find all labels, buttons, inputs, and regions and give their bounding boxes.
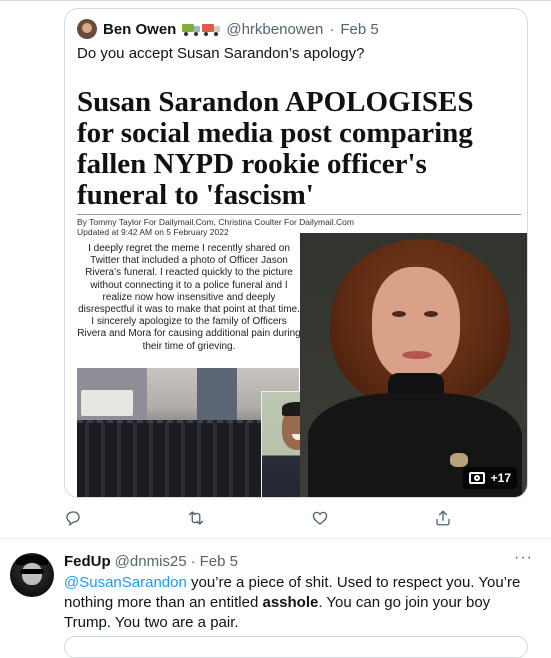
share-icon[interactable]: [431, 506, 455, 530]
retweet-icon[interactable]: [184, 506, 208, 530]
top-divider: [0, 0, 551, 1]
media-count: +17: [490, 471, 511, 485]
sarandon-photo: [300, 233, 527, 497]
byline-authors: By Tommy Taylor For Dailymail.Com, Chris…: [77, 217, 354, 227]
article-rule: [77, 214, 521, 215]
quoted-tweet-date[interactable]: Feb 5: [340, 21, 378, 38]
like-icon[interactable]: [308, 506, 332, 530]
quoted-author-name[interactable]: Ben Owen: [103, 21, 176, 38]
quoted-author-avatar[interactable]: [77, 19, 97, 39]
article-image[interactable]: Susan Sarandon APOLOGISES for social med…: [65, 73, 527, 497]
article-headline: Susan Sarandon APOLOGISES for social med…: [77, 86, 474, 211]
mention-link[interactable]: @SusanSarandon: [64, 574, 187, 591]
apology-statement: I deeply regret the meme I recently shar…: [77, 243, 301, 367]
reply-bold-word: asshole: [262, 594, 319, 611]
reply-author-avatar[interactable]: [10, 553, 54, 597]
reply-author-name[interactable]: FedUp: [64, 553, 111, 570]
reply-text: @SusanSarandon you’re a piece of shit. U…: [64, 573, 534, 633]
quoted-tweet-card[interactable]: Ben Owen @hrkbenowen · Feb 5 Do you acce…: [64, 8, 528, 498]
reply-tweet[interactable]: FedUp @dnmis25 · Feb 5 ··· @SusanSarando…: [0, 539, 551, 640]
quoted-tweet-text: Do you accept Susan Sarandon’s apology?: [77, 45, 365, 62]
reply-author-handle[interactable]: @dnmis25: [115, 553, 187, 570]
red-truck-icon: [202, 23, 221, 36]
quoted-tweet-header: Ben Owen @hrkbenowen · Feb 5: [77, 19, 379, 39]
dot-separator: ·: [329, 20, 335, 38]
dot-separator: ·: [190, 553, 196, 570]
reply-date[interactable]: Feb 5: [200, 553, 238, 570]
more-options-icon[interactable]: ···: [514, 549, 533, 567]
quoted-author-handle[interactable]: @hrkbenowen: [226, 21, 323, 38]
camera-icon: [468, 472, 485, 484]
green-truck-icon: [182, 23, 201, 36]
tweet-actions: [0, 506, 551, 530]
reply-icon[interactable]: [61, 506, 85, 530]
reply-header: FedUp @dnmis25 · Feb 5: [64, 553, 238, 570]
next-tweet-card-edge: [64, 636, 528, 658]
name-emoji: [182, 23, 221, 36]
media-count-badge[interactable]: +17: [462, 467, 517, 489]
